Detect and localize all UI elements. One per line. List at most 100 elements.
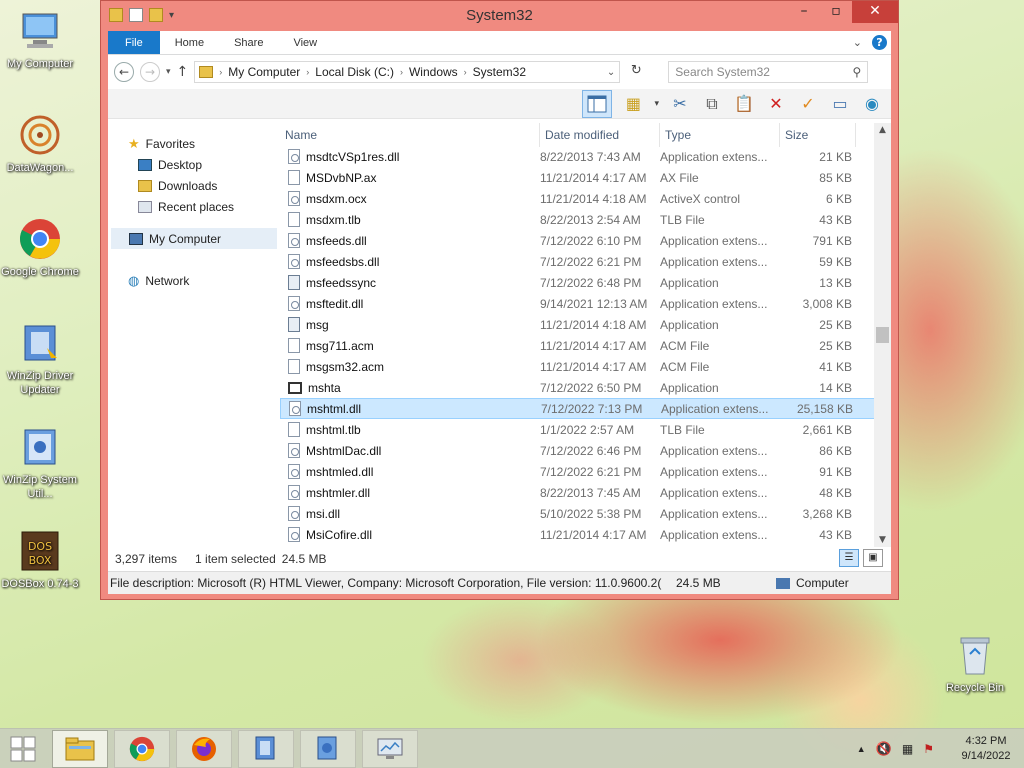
back-button[interactable]: ←	[114, 62, 134, 82]
rename-icon[interactable]: ▭	[829, 93, 851, 115]
search-icon[interactable]: ⚲	[852, 65, 861, 79]
monitor-icon	[377, 738, 403, 759]
table-row-selected[interactable]: mshtml.dll 7/12/2022 7:13 PM Application e…	[280, 398, 891, 419]
table-row[interactable]: mshtmler.dll 8/22/2013 7:45 AM Application…	[280, 482, 891, 503]
nav-favorites[interactable]: ★ Favorites	[108, 133, 280, 154]
expand-ribbon-icon[interactable]: ⌄	[853, 36, 862, 49]
taskbar-firefox[interactable]	[176, 729, 232, 768]
file-type: TLB File	[660, 212, 705, 227]
nav-downloads[interactable]: Downloads	[108, 175, 280, 196]
table-row[interactable]: msfeeds.dll 7/12/2022 6:10 PM Application …	[280, 230, 891, 251]
volume-muted-icon[interactable]: 🔇	[876, 741, 892, 757]
copy-icon[interactable]: ⧉	[701, 93, 723, 115]
address-bar[interactable]: › My Computer › Local Disk (C:) › Window…	[194, 61, 621, 83]
up-button[interactable]: ↑	[177, 64, 189, 80]
tab-share[interactable]: Share	[219, 31, 278, 54]
tab-view[interactable]: View	[278, 31, 332, 54]
large-icons-view-icon[interactable]: ▣	[863, 549, 883, 567]
desktop-icon-dosbox[interactable]: DOS BOX DOSBox 0.74-3	[0, 528, 80, 591]
tab-file[interactable]: File	[108, 31, 160, 54]
breadcrumb-separator[interactable]: ›	[306, 67, 309, 77]
maximize-button[interactable]: ▫	[820, 1, 852, 23]
file-type-cell: Application extens...	[660, 297, 780, 311]
table-row[interactable]: msfeedssync 7/12/2022 6:48 PM Application 1…	[280, 272, 891, 293]
scroll-up-icon[interactable]: ▲	[874, 125, 891, 135]
search-input[interactable]: Search System32 ⚲	[668, 61, 869, 83]
tab-home[interactable]: Home	[160, 31, 219, 54]
table-row[interactable]: msi.dll 5/10/2022 5:38 PM Application exte…	[280, 503, 891, 524]
table-row[interactable]: msftedit.dll 9/14/2021 12:13 AM Applicatio…	[280, 293, 891, 314]
breadcrumb-windows[interactable]: Windows	[409, 65, 458, 79]
table-row[interactable]: msdxm.tlb 8/22/2013 2:54 AM TLB File 43 KB	[280, 209, 891, 230]
checkmark-icon[interactable]: ✓	[797, 93, 819, 115]
taskbar-winzip-driver[interactable]	[238, 729, 294, 768]
computer-icon	[129, 232, 143, 245]
table-row[interactable]: msg711.acm 11/21/2014 4:17 AM ACM File 25 K…	[280, 335, 891, 356]
nav-recent-places[interactable]: Recent places	[108, 196, 280, 217]
help-icon[interactable]: ?	[872, 35, 887, 50]
table-row[interactable]: MsiCofire.dll 11/21/2014 4:17 AM Applicati…	[280, 524, 891, 545]
desktop-icon-recycle-bin[interactable]: Recycle Bin	[935, 632, 1015, 695]
start-button[interactable]	[0, 729, 46, 768]
table-row[interactable]: MshtmlDac.dll 7/12/2022 6:46 PM Applicatio…	[280, 440, 891, 461]
column-type[interactable]: Type	[660, 123, 780, 147]
scroll-down-icon[interactable]: ▼	[874, 535, 891, 545]
breadcrumb-local-disk[interactable]: Local Disk (C:)	[315, 65, 394, 79]
column-size[interactable]: Size	[780, 123, 856, 147]
table-row[interactable]: msfeedsbs.dll 7/12/2022 6:21 PM Applicatio…	[280, 251, 891, 272]
network-status-icon[interactable]: ▦	[902, 742, 913, 756]
table-row[interactable]: mshtmled.dll 7/12/2022 6:21 PM Application…	[280, 461, 891, 482]
nav-network[interactable]: ◍ Network	[108, 270, 280, 291]
cut-icon[interactable]: ✂	[669, 93, 691, 115]
taskbar-explorer[interactable]	[52, 729, 108, 768]
breadcrumb-separator[interactable]: ›	[400, 67, 403, 77]
table-row[interactable]: msdxm.ocx 11/21/2014 4:18 AM ActiveX contr…	[280, 188, 891, 209]
clock[interactable]: 4:32 PM 9/14/2022	[954, 734, 1018, 764]
close-button[interactable]: ✕	[852, 1, 898, 23]
recent-locations-icon[interactable]: ▾	[166, 67, 171, 77]
paste-icon[interactable]: 📋	[733, 93, 755, 115]
desktop-icon-my-computer[interactable]: My Computer	[0, 8, 80, 71]
taskbar-monitor-app[interactable]	[362, 729, 418, 768]
title-bar[interactable]: ▾ System32 – ▫ ✕	[101, 1, 898, 31]
desktop-icon-winzip-driver[interactable]: WinZip Driver Updater	[0, 320, 80, 397]
nav-my-computer[interactable]: My Computer	[111, 228, 277, 249]
breadcrumb-my-computer[interactable]: My Computer	[228, 65, 300, 79]
breadcrumb-system32[interactable]: System32	[473, 65, 526, 79]
file-size-cell: 86 KB	[780, 444, 852, 458]
file-type: Application	[660, 380, 719, 395]
file-size: 59 KB	[819, 254, 852, 269]
refresh-button[interactable]: ↻	[626, 62, 646, 82]
table-row[interactable]: msg 11/21/2014 4:18 AM Application 25 KB	[280, 314, 891, 335]
taskbar-chrome[interactable]	[114, 729, 170, 768]
show-hidden-icons-icon[interactable]: ▲	[857, 744, 866, 754]
table-row[interactable]: mshta 7/12/2022 6:50 PM Application 14 KB	[280, 377, 891, 398]
table-row[interactable]: msdtcVSp1res.dll 8/22/2013 7:43 AM Applica…	[280, 146, 891, 167]
address-dropdown-icon[interactable]: ⌄	[607, 67, 615, 78]
downloads-folder-icon	[138, 179, 152, 192]
desktop-icon-winzip-system[interactable]: WinZip System Util...	[0, 424, 80, 501]
globe-icon[interactable]: ◉	[861, 93, 883, 115]
table-row[interactable]: msgsm32.acm 11/21/2014 4:17 AM ACM File 41 …	[280, 356, 891, 377]
breadcrumb-separator[interactable]: ›	[464, 67, 467, 77]
table-row[interactable]: mshtml.tlb 1/1/2022 2:57 AM TLB File 2,661 …	[280, 419, 891, 440]
desktop-icon-datawagon[interactable]: DataWagon...	[0, 112, 80, 175]
action-center-icon[interactable]: ⚑	[923, 742, 934, 756]
minimize-button[interactable]: –	[788, 1, 820, 23]
nav-desktop[interactable]: Desktop	[108, 154, 280, 175]
column-name[interactable]: Name	[280, 123, 540, 147]
taskbar-winzip-system[interactable]	[300, 729, 356, 768]
forward-button[interactable]: →	[140, 62, 160, 82]
view-options-dropdown-icon[interactable]: ▾	[654, 99, 659, 109]
file-type: Application extens...	[660, 254, 768, 269]
desktop-icon-chrome[interactable]: Google Chrome	[0, 216, 80, 279]
file-date: 7/12/2022 6:46 PM	[540, 443, 642, 458]
view-options-icon[interactable]: ▦	[622, 93, 644, 115]
details-view-icon[interactable]: ☰	[839, 549, 859, 567]
delete-icon[interactable]: ✕	[765, 93, 787, 115]
table-row[interactable]: MSDvbNP.ax 11/21/2014 4:17 AM AX File 85 KB	[280, 167, 891, 188]
column-date[interactable]: Date modified	[540, 123, 660, 147]
scrollbar-thumb[interactable]	[876, 327, 889, 343]
vertical-scrollbar[interactable]: ▲ ▼	[874, 123, 891, 547]
preview-pane-icon[interactable]	[582, 89, 613, 118]
